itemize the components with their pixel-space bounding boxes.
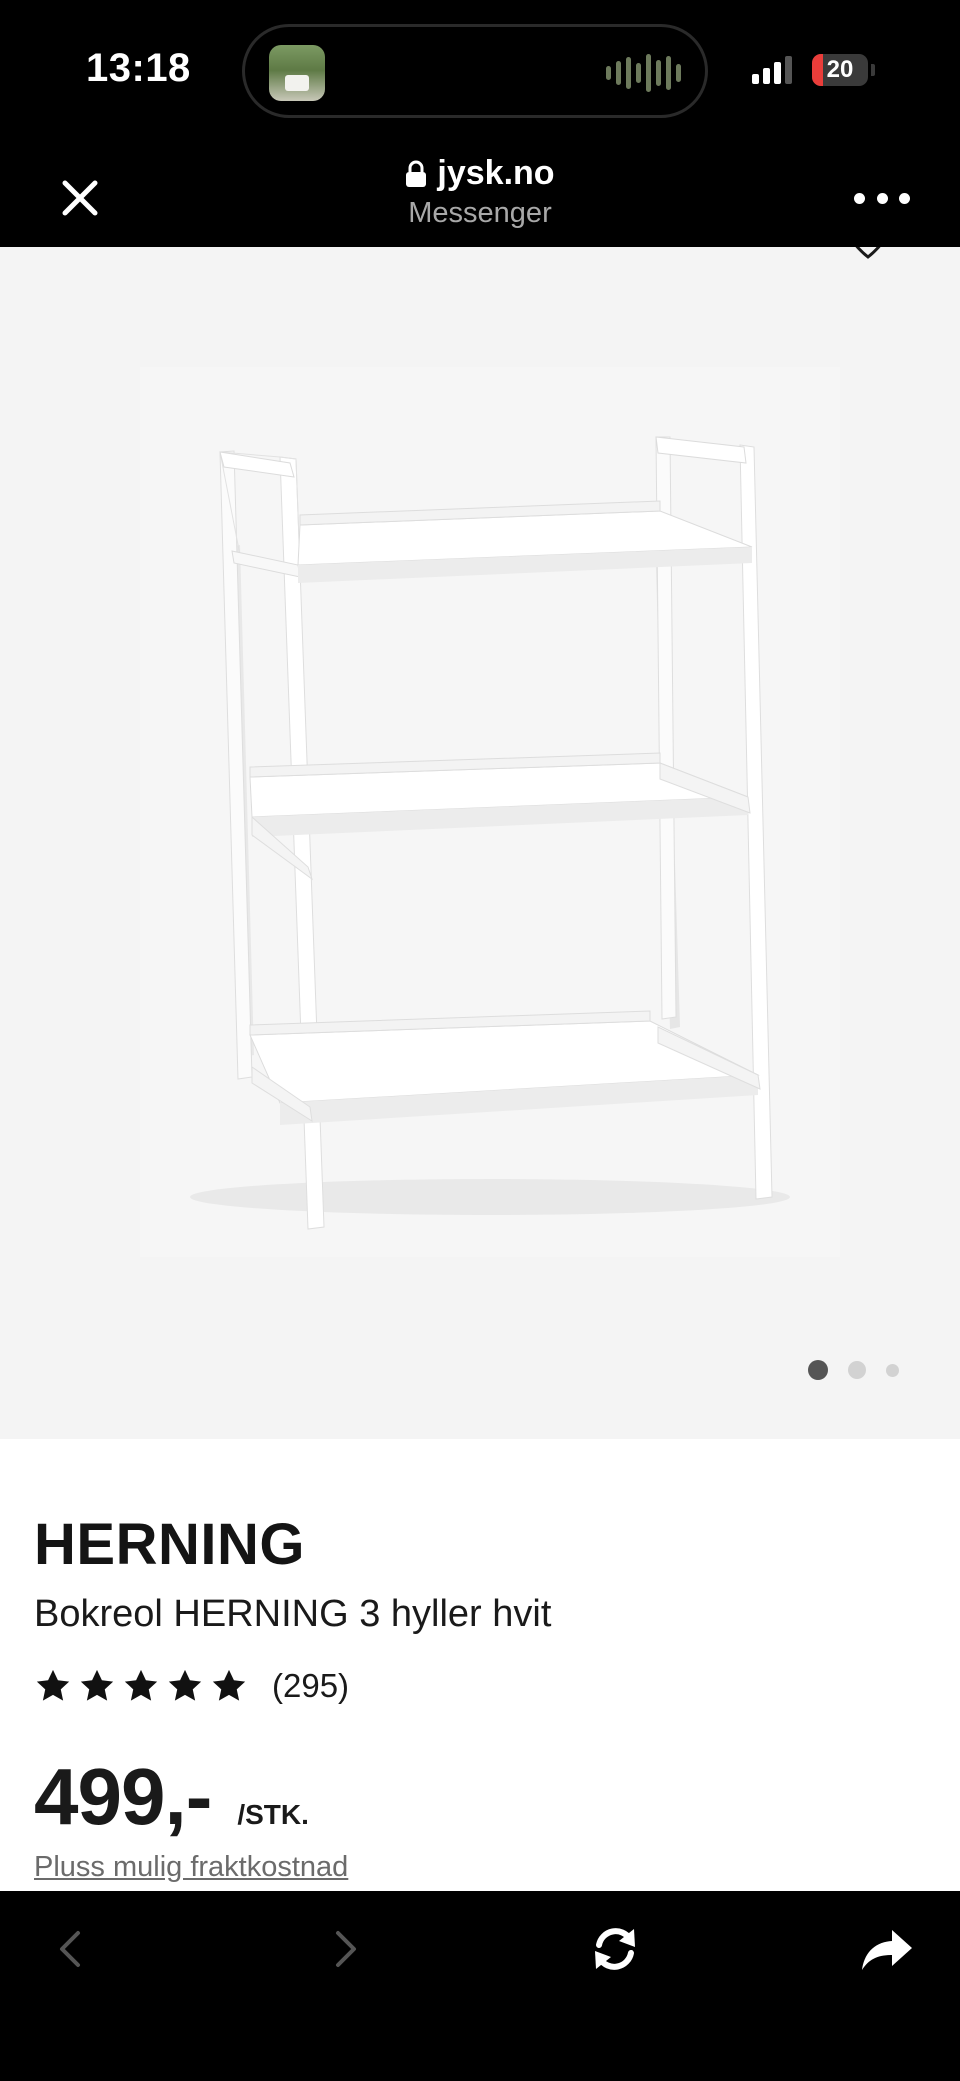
status-time: 13:18	[86, 46, 191, 90]
star-icon	[124, 1669, 158, 1701]
forward-button[interactable]	[310, 1919, 380, 1979]
product-brand: HERNING	[34, 1512, 305, 1577]
now-playing-thumbnail	[269, 45, 325, 101]
star-icon	[168, 1669, 202, 1701]
carousel-dot-1[interactable]	[808, 1360, 828, 1380]
carousel-dot-2[interactable]	[848, 1361, 866, 1379]
carousel-indicator[interactable]	[808, 1360, 899, 1380]
product-price: 499,-	[34, 1752, 212, 1841]
star-icon	[212, 1669, 246, 1701]
star-icon	[80, 1669, 114, 1701]
more-icon-dot	[876, 192, 888, 204]
more-options-button[interactable]	[854, 178, 910, 218]
price-unit: /STK.	[237, 1799, 309, 1830]
product-info: HERNING Bokreol HERNING 3 hyller hvit (2…	[0, 1439, 960, 1891]
rating-stars	[34, 1667, 248, 1705]
heart-icon[interactable]	[846, 247, 890, 261]
close-icon	[62, 180, 98, 216]
battery-tip	[871, 64, 875, 76]
url-domain: jysk.no	[437, 154, 555, 192]
back-icon	[60, 1931, 80, 1967]
price-row: 499,- /STK.	[34, 1751, 309, 1843]
reload-icon	[595, 1928, 635, 1970]
dynamic-island[interactable]	[242, 24, 708, 118]
battery-level: 20	[826, 56, 854, 83]
browser-header: jysk.no Messenger	[0, 140, 960, 247]
close-button[interactable]	[52, 170, 108, 226]
browser-toolbar	[0, 1891, 960, 2081]
status-bar: 13:18 20	[0, 0, 960, 140]
product-image	[140, 367, 840, 1257]
shipping-cost-link[interactable]: Pluss mulig fraktkostnad	[34, 1851, 348, 1884]
page: 13:18 20 jysk.no Messenger HERNING Bokre…	[0, 0, 960, 2081]
battery-icon: 20	[812, 54, 868, 86]
audio-waveform-icon	[606, 53, 681, 93]
cellular-signal-icon	[752, 54, 792, 84]
more-icon-dot	[899, 192, 910, 204]
url-subtitle: Messenger	[408, 197, 552, 229]
star-icon	[36, 1669, 70, 1701]
forward-icon	[336, 1931, 356, 1967]
address-bar[interactable]: jysk.no Messenger	[280, 154, 680, 230]
url-line: jysk.no	[280, 154, 680, 193]
share-button[interactable]	[852, 1919, 922, 1979]
reload-button[interactable]	[580, 1919, 650, 1979]
review-count: (295)	[272, 1667, 350, 1704]
share-icon	[862, 1930, 912, 1970]
product-image-carousel[interactable]	[0, 247, 960, 1439]
lock-icon	[406, 160, 427, 187]
more-icon-dot	[854, 192, 865, 204]
back-button[interactable]	[36, 1919, 106, 1979]
carousel-dot-3[interactable]	[886, 1363, 899, 1377]
product-name: Bokreol HERNING 3 hyller hvit	[34, 1593, 552, 1635]
product-rating[interactable]: (295)	[34, 1667, 349, 1705]
